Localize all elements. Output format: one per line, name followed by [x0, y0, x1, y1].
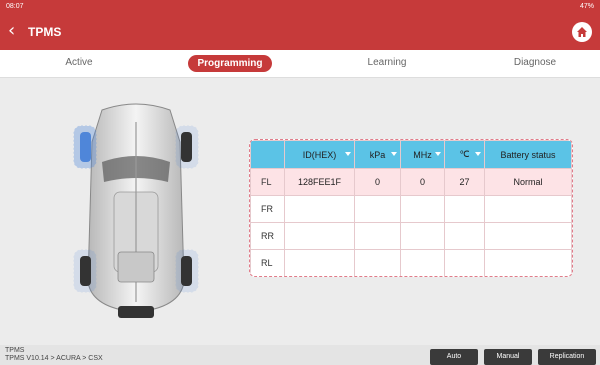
table-row[interactable]: FR	[250, 195, 572, 223]
auto-button[interactable]: Auto	[430, 349, 478, 365]
table-row[interactable]: RL	[250, 249, 572, 276]
cell-position: FL	[250, 168, 285, 196]
cell-position: FR	[250, 195, 285, 223]
wheel-rr	[175, 249, 199, 293]
header-battery[interactable]: Battery status	[484, 140, 572, 169]
cell-kpa: 0	[354, 168, 401, 196]
cell-position: RR	[250, 222, 285, 250]
tab-bar: Active Programming Learning Diagnose	[0, 50, 600, 78]
table-row[interactable]: FL 128FEE1F 0 0 27 Normal	[250, 168, 572, 196]
cell-id	[284, 249, 355, 276]
back-button[interactable]: ‹	[8, 22, 30, 42]
cell-battery	[484, 222, 572, 250]
header-temp[interactable]: ℃	[444, 140, 485, 169]
footer-module: TPMS	[5, 347, 25, 354]
cell-id	[284, 222, 355, 250]
wheel-rl	[73, 249, 97, 293]
header-battery-label: Battery status	[500, 149, 556, 160]
cell-temp	[444, 249, 485, 276]
cell-temp	[444, 222, 485, 250]
cell-mhz	[400, 195, 445, 223]
header-temp-label: ℃	[459, 149, 470, 159]
tab-learning[interactable]: Learning	[332, 57, 442, 68]
manual-button[interactable]: Manual	[484, 349, 532, 365]
tab-diagnose[interactable]: Diagnose	[480, 57, 590, 68]
header-mhz-label: MHz	[413, 149, 432, 160]
cell-id: 128FEE1F	[284, 168, 355, 196]
status-bar: 08:07 47%	[0, 0, 600, 14]
cell-mhz: 0	[400, 168, 445, 196]
table-row[interactable]: RR	[250, 222, 572, 250]
car-diagram	[73, 103, 199, 318]
tab-active[interactable]: Active	[24, 57, 134, 68]
cell-temp	[444, 195, 485, 223]
cell-mhz	[400, 249, 445, 276]
cell-temp: 27	[444, 168, 485, 196]
app-bar: ‹ TPMS	[0, 14, 600, 50]
header-position	[250, 140, 285, 169]
sort-icon	[475, 152, 481, 156]
header-id[interactable]: ID(HEX)	[284, 140, 355, 169]
wheel-fl	[73, 125, 97, 169]
header-mhz[interactable]: MHz	[400, 140, 445, 169]
header-kpa[interactable]: kPa	[354, 140, 401, 169]
cell-position: RL	[250, 249, 285, 276]
cell-kpa	[354, 222, 401, 250]
replication-button[interactable]: Replication	[538, 349, 596, 365]
wheel-fr	[175, 125, 199, 169]
cell-id	[284, 195, 355, 223]
table-header-row: ID(HEX) kPa MHz ℃ Battery status	[250, 140, 572, 169]
header-id-label: ID(HEX)	[302, 149, 337, 160]
status-battery: 47%	[579, 3, 594, 10]
cell-mhz	[400, 222, 445, 250]
cell-kpa	[354, 195, 401, 223]
sort-icon	[391, 152, 397, 156]
home-button[interactable]	[572, 22, 592, 42]
cell-battery: Normal	[484, 168, 572, 196]
breadcrumb: TPMS V10.14 > ACURA > CSX	[5, 355, 103, 362]
cell-battery	[484, 249, 572, 276]
sort-icon	[435, 152, 441, 156]
tab-programming[interactable]: Programming	[188, 55, 272, 72]
sensor-table: ID(HEX) kPa MHz ℃ Battery status FL 128F…	[249, 139, 573, 277]
home-icon	[577, 27, 587, 37]
sort-icon	[345, 152, 351, 156]
status-time: 08:07	[6, 3, 24, 10]
header-kpa-label: kPa	[369, 149, 386, 160]
cell-kpa	[354, 249, 401, 276]
page-title: TPMS	[28, 25, 62, 39]
cell-battery	[484, 195, 572, 223]
